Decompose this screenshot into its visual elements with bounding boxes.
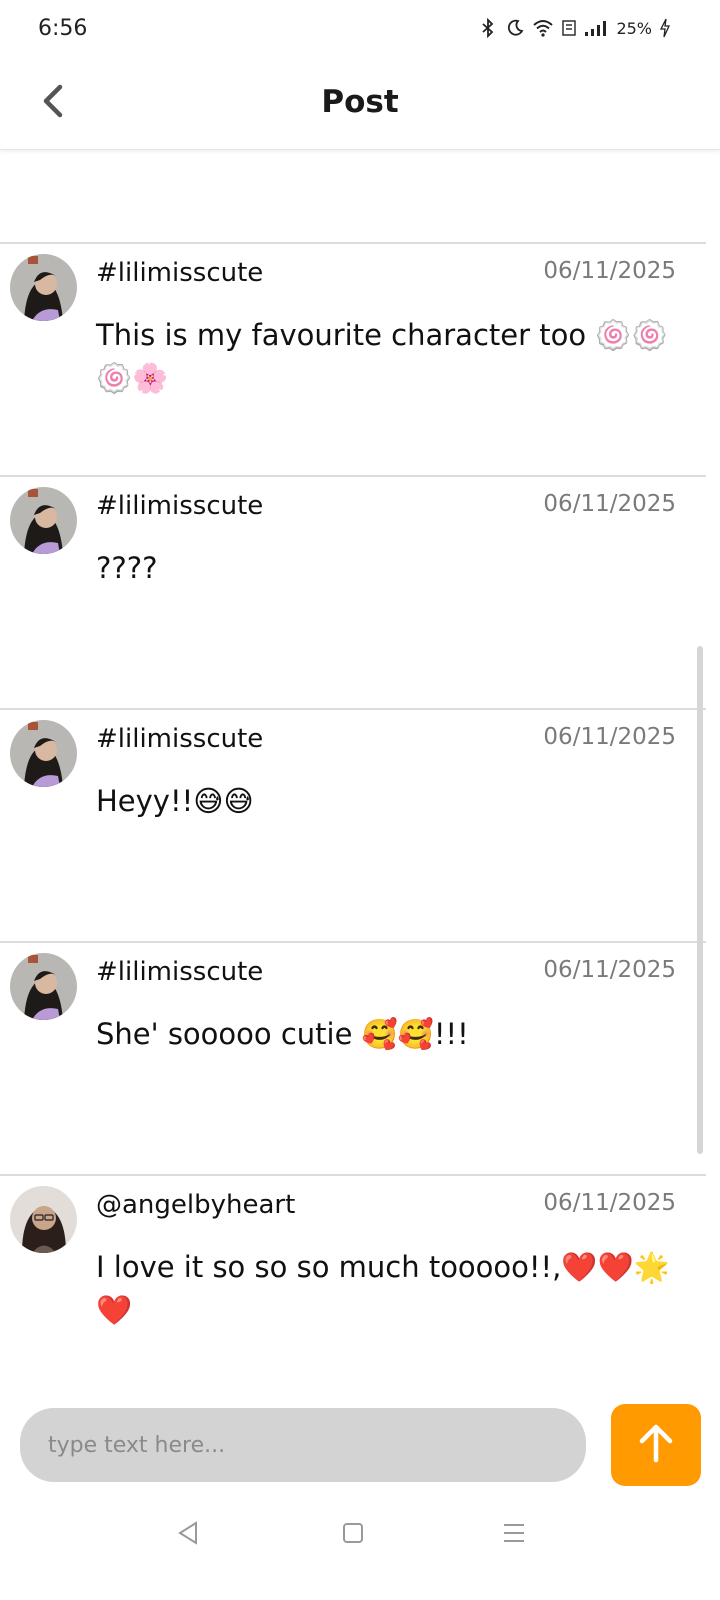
comment-date: 06/11/2025 xyxy=(543,258,676,284)
comment-username[interactable]: @angelbyheart xyxy=(96,1190,295,1220)
comment-item: #lilimisscute 06/11/2025 Heyy!!😅😅 xyxy=(0,708,706,941)
scrollbar[interactable] xyxy=(697,646,703,1154)
avatar[interactable] xyxy=(10,1186,77,1253)
comment-text: Heyy!!😅😅 xyxy=(96,784,254,818)
signal-icon xyxy=(584,19,608,37)
comment-item: #lilimisscute 06/11/2025 This is my favo… xyxy=(0,242,706,475)
square-home-icon xyxy=(341,1521,365,1549)
menu-lines-icon xyxy=(501,1521,527,1549)
charging-icon xyxy=(660,18,670,38)
comment-text: She' sooooo cutie 🥰🥰!!! xyxy=(96,1017,469,1051)
comment-text: This is my favourite character too 🍥🍥🍥🌸 xyxy=(96,318,668,395)
app-header: Post xyxy=(0,60,720,150)
comment-list: #lilimisscute 06/11/2025 This is my favo… xyxy=(0,242,706,1407)
volte-icon xyxy=(562,19,577,37)
arrow-up-icon xyxy=(636,1422,676,1468)
avatar[interactable] xyxy=(10,254,77,321)
comment-date: 06/11/2025 xyxy=(543,1190,676,1216)
send-button[interactable] xyxy=(611,1404,701,1486)
wifi-icon xyxy=(532,19,554,37)
comment-date: 06/11/2025 xyxy=(543,724,676,750)
moon-icon xyxy=(506,19,524,37)
comment-username[interactable]: #lilimisscute xyxy=(96,491,263,521)
triangle-back-icon xyxy=(176,1520,200,1550)
status-icons: 25% xyxy=(478,18,670,38)
comment-date: 06/11/2025 xyxy=(543,491,676,517)
comment-text: I love it so so so much tooooo!!,❤️❤️🌟❤️ xyxy=(96,1250,670,1327)
comment-item: #lilimisscute 06/11/2025 She' sooooo cut… xyxy=(0,941,706,1174)
status-time: 6:56 xyxy=(38,16,88,41)
comment-date: 06/11/2025 xyxy=(543,957,676,983)
comment-item: @angelbyheart 06/11/2025 I love it so so… xyxy=(0,1174,706,1407)
bluetooth-icon xyxy=(478,18,498,38)
comment-username[interactable]: #lilimisscute xyxy=(96,724,263,754)
comment-item: #lilimisscute 06/11/2025 ???? xyxy=(0,475,706,708)
page-title: Post xyxy=(321,84,399,120)
nav-back-button[interactable] xyxy=(168,1518,208,1552)
nav-menu-button[interactable] xyxy=(494,1518,534,1552)
status-bar: 6:56 25% xyxy=(0,0,720,60)
avatar[interactable] xyxy=(10,953,77,1020)
avatar[interactable] xyxy=(10,487,77,554)
system-nav-bar xyxy=(0,1500,720,1600)
avatar[interactable] xyxy=(10,720,77,787)
comment-username[interactable]: #lilimisscute xyxy=(96,957,263,987)
message-input[interactable] xyxy=(20,1408,586,1482)
comment-username[interactable]: #lilimisscute xyxy=(96,258,263,288)
battery-percent: 25% xyxy=(616,18,652,38)
comment-text: ???? xyxy=(96,551,158,585)
nav-home-button[interactable] xyxy=(333,1518,373,1552)
